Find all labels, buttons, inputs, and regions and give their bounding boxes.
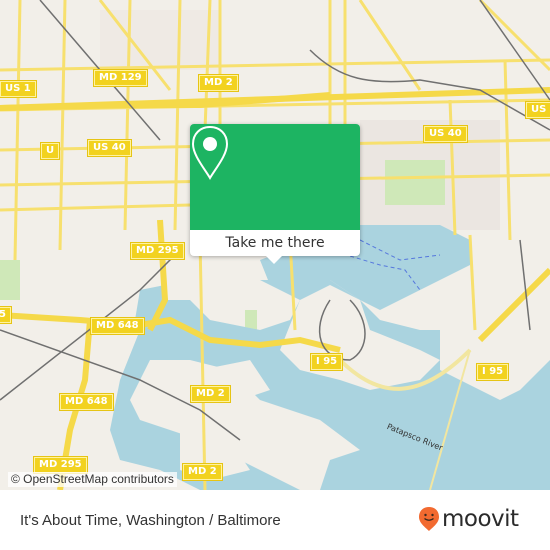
road-label-5: 5 bbox=[0, 307, 11, 323]
road-label-md-648-south: MD 648 bbox=[60, 394, 113, 410]
take-me-there-button[interactable]: Take me there bbox=[190, 230, 360, 256]
road-label-md-2: MD 2 bbox=[199, 75, 238, 91]
popup-pointer bbox=[266, 256, 282, 264]
road-label-md-295-south: MD 295 bbox=[34, 457, 87, 473]
road-label-us-4: US 4 bbox=[526, 102, 550, 118]
popup-header bbox=[190, 124, 360, 230]
road-label-us-40: US 40 bbox=[88, 140, 131, 156]
road-label-md-2-south: MD 2 bbox=[191, 386, 230, 402]
location-popup: Take me there bbox=[190, 124, 360, 264]
place-title: It's About Time, Washington / Baltimore bbox=[20, 512, 281, 529]
road-label-md-2-bottom: MD 2 bbox=[183, 464, 222, 480]
road-label-i-95: I 95 bbox=[311, 354, 343, 370]
moovit-smile-pin-icon bbox=[419, 507, 439, 531]
map-attribution[interactable]: © OpenStreetMap contributors bbox=[8, 472, 177, 487]
road-label-us: U bbox=[41, 143, 60, 159]
moovit-logo[interactable]: moovit bbox=[418, 506, 519, 532]
road-label-md-648: MD 648 bbox=[91, 318, 144, 334]
road-label-us-40-east: US 40 bbox=[424, 126, 467, 142]
moovit-wordmark: moovit bbox=[442, 506, 519, 532]
road-label-i-95-east: I 95 bbox=[477, 364, 509, 380]
road-label-md-129: MD 129 bbox=[94, 70, 147, 86]
road-label-md-295: MD 295 bbox=[131, 243, 184, 259]
map[interactable]: US 1 MD 129 MD 2 U US 40 US 40 US 4 MD 2… bbox=[0, 0, 550, 490]
map-pin-icon bbox=[191, 125, 229, 180]
road-label-us-1: US 1 bbox=[0, 81, 36, 97]
